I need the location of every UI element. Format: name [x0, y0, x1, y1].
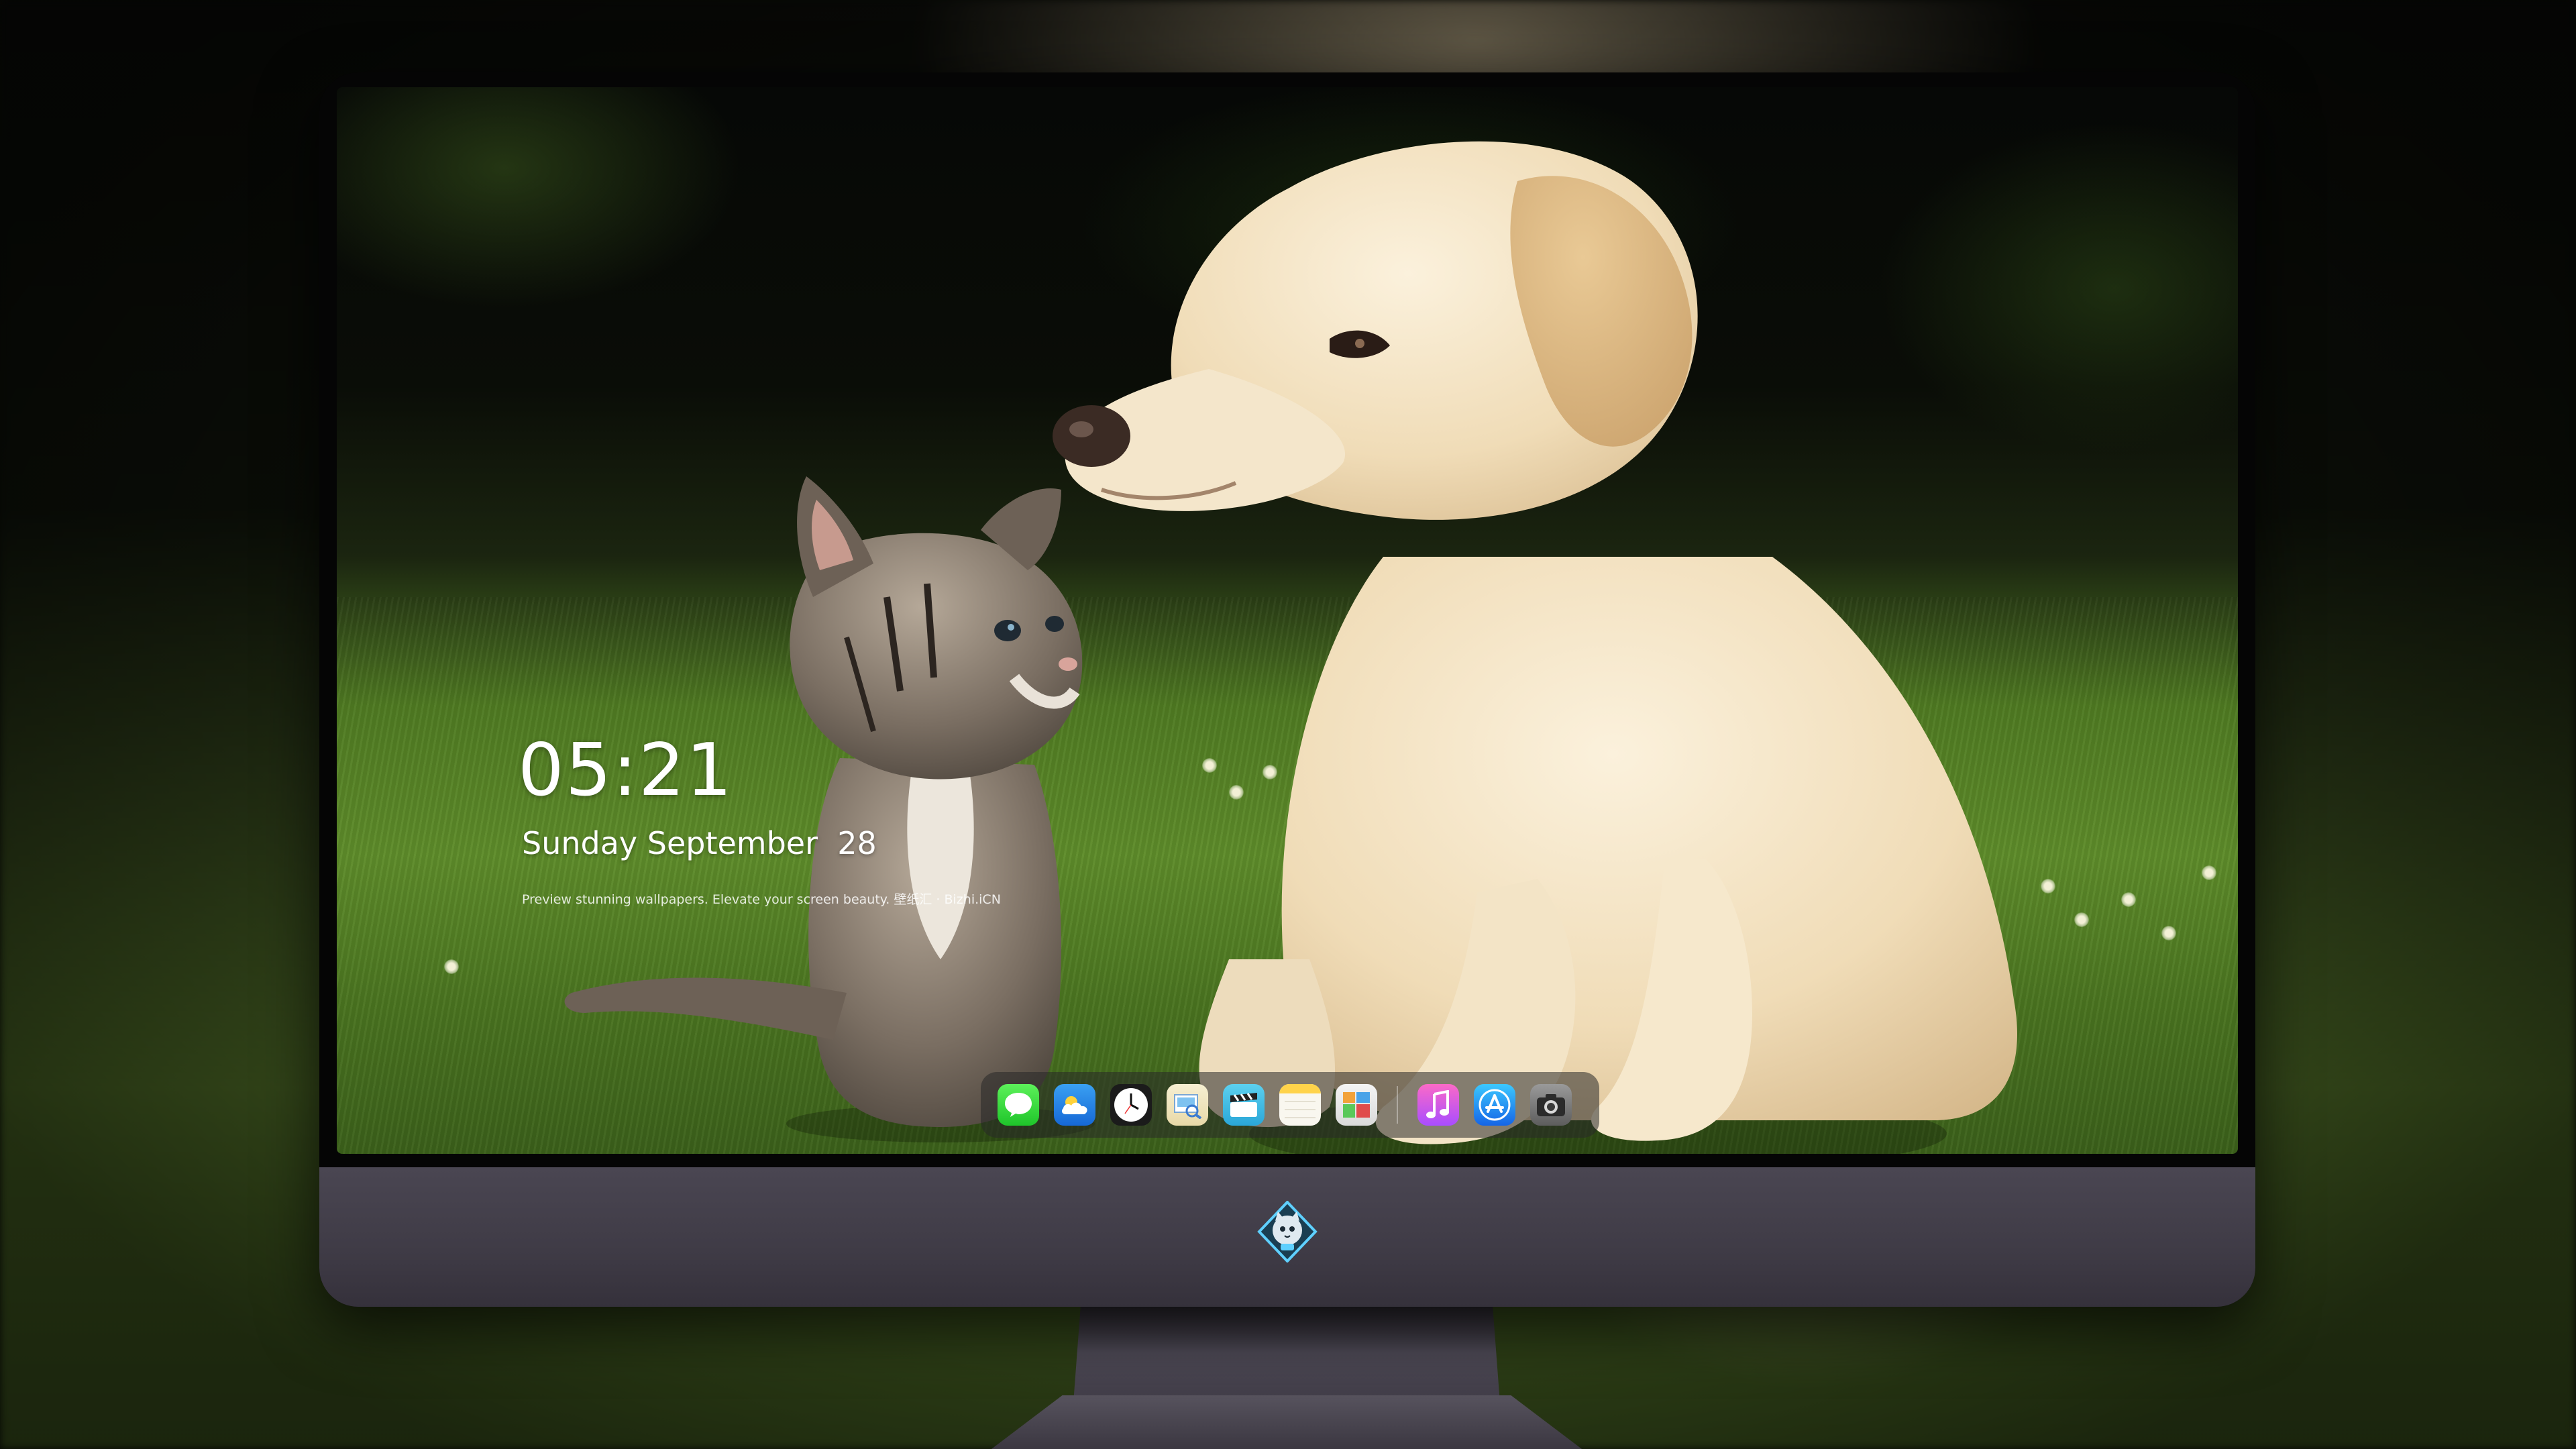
- dock-separator: [1397, 1086, 1398, 1124]
- monitor-stand-base: [991, 1395, 1582, 1449]
- messages-icon[interactable]: [998, 1084, 1039, 1126]
- lock-screen-date: Sunday September 28: [522, 825, 877, 861]
- lock-screen-clock: 05:21: [518, 729, 734, 812]
- wallpaper-animals: [564, 141, 2017, 1154]
- camera-icon[interactable]: [1530, 1084, 1572, 1126]
- clips-icon[interactable]: [1223, 1084, 1265, 1126]
- notes-icon[interactable]: [1279, 1084, 1321, 1126]
- puppy: [1053, 141, 2017, 1154]
- lock-screen[interactable]: 05:21 Sunday September 28 Preview stunni…: [337, 87, 2238, 1154]
- weather-icon[interactable]: [1054, 1084, 1095, 1126]
- music-icon[interactable]: [1417, 1084, 1459, 1126]
- preview-icon[interactable]: [1167, 1084, 1208, 1126]
- clock-icon[interactable]: [1110, 1084, 1152, 1126]
- wallpaper-tagline: Preview stunning wallpapers. Elevate you…: [522, 892, 1001, 907]
- cat-mascot-logo: [1257, 1201, 1318, 1263]
- dock: [981, 1072, 1599, 1138]
- app-store-icon[interactable]: [1474, 1084, 1515, 1126]
- photos-icon[interactable]: [1336, 1084, 1377, 1126]
- monitor: 05:21 Sunday September 28 Preview stunni…: [319, 72, 2255, 1307]
